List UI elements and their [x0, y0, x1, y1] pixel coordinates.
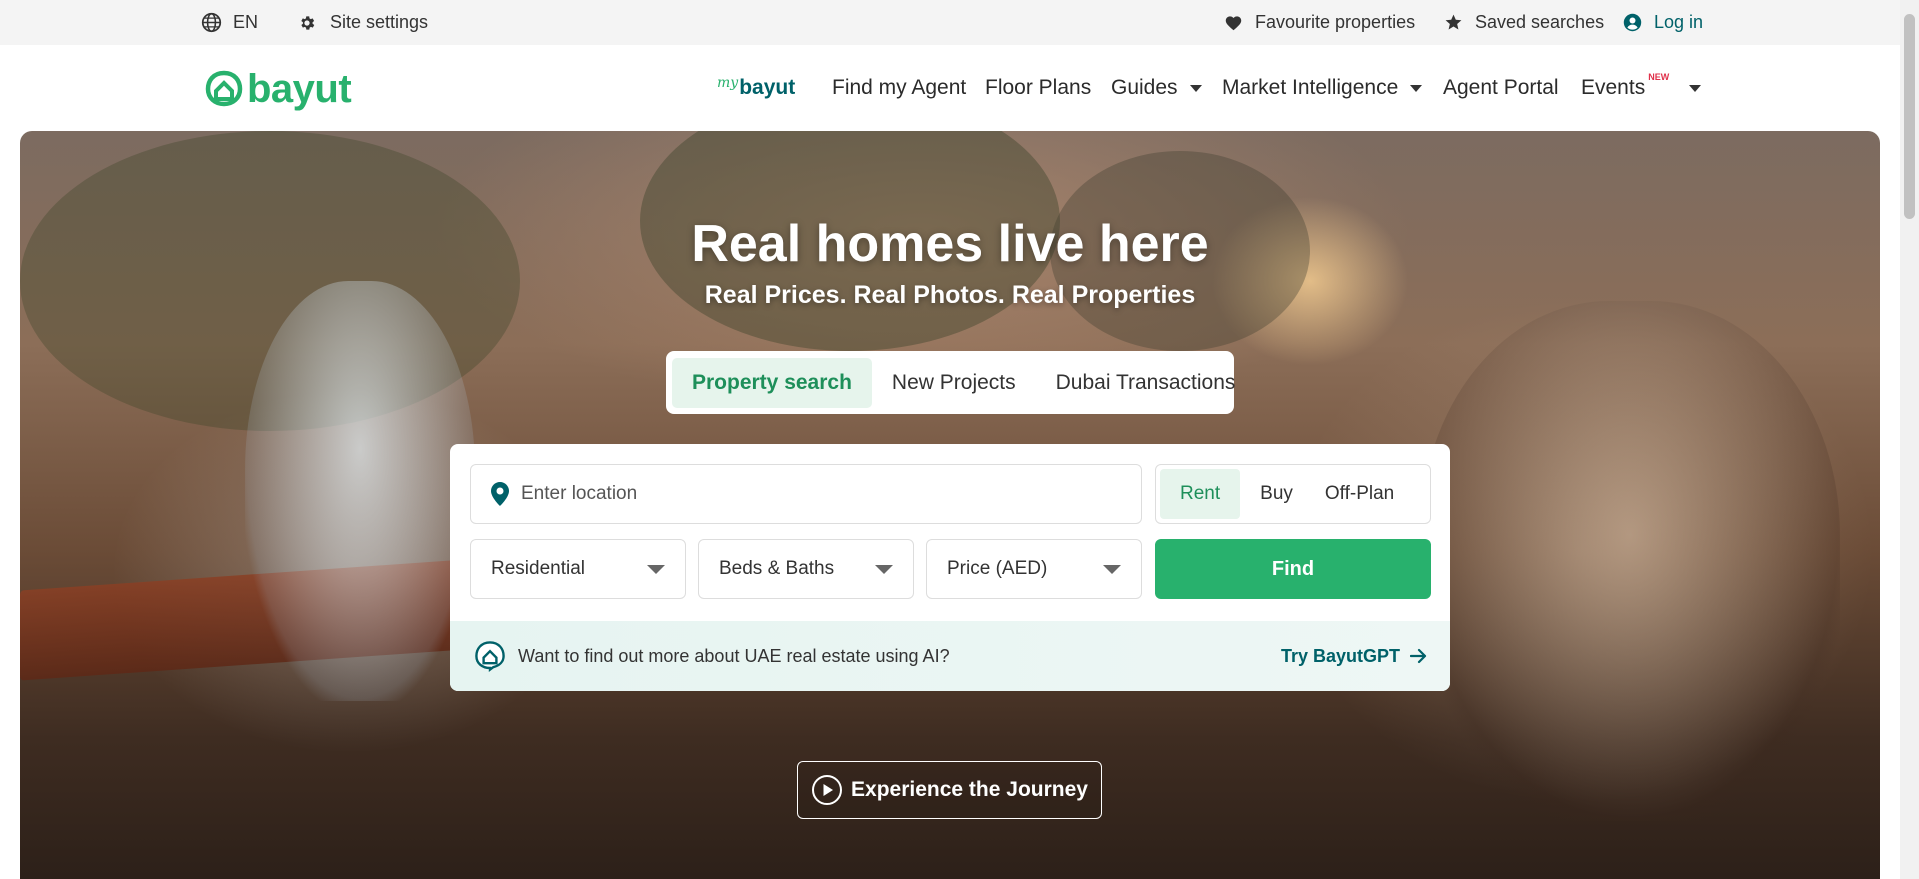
bayut-logo[interactable]: bayut [204, 67, 352, 111]
chevron-down-icon [1410, 84, 1423, 92]
gear-icon [301, 15, 315, 30]
site-settings-button[interactable]: Site settings [298, 0, 428, 45]
main-navigation: bayut mybayut Find my Agent Floor Plans … [0, 45, 1900, 131]
experience-journey-label: Experience the Journey [851, 778, 1088, 801]
site-settings-label: Site settings [330, 12, 429, 32]
favourite-properties-label: Favourite properties [1255, 12, 1416, 32]
arrow-right-icon [1410, 648, 1427, 664]
price-select[interactable]: Price (AED) [926, 539, 1142, 599]
saved-searches-link[interactable]: Saved searches [1444, 0, 1604, 45]
background-family [1420, 301, 1840, 821]
hero-banner: Real homes live here Real Prices. Real P… [20, 131, 1880, 879]
price-value: Price (AED) [947, 558, 1048, 579]
try-bayutgpt-link[interactable]: Try BayutGPT [1281, 621, 1428, 691]
favourite-properties-link[interactable]: Favourite properties [1224, 0, 1415, 45]
property-type-select[interactable]: Residential [470, 539, 686, 599]
tab-property-search[interactable]: Property search [672, 357, 872, 408]
hero-subtitle: Real Prices. Real Photos. Real Propertie… [704, 281, 1196, 309]
bayut-gpt-icon [475, 641, 505, 672]
find-button[interactable]: Find [1155, 539, 1431, 599]
heart-icon [1225, 16, 1242, 31]
purpose-toggle: Rent Buy Off-Plan [1155, 464, 1431, 524]
nav-floor-plans[interactable]: Floor Plans [985, 45, 1091, 131]
nav-events-label: Events [1581, 76, 1646, 99]
play-icon [812, 775, 843, 805]
scrollbar-thumb[interactable] [1904, 14, 1915, 219]
nav-agent-portal[interactable]: Agent Portal [1443, 45, 1559, 131]
nav-market-intelligence-label: Market Intelligence [1222, 76, 1399, 99]
property-type-value: Residential [491, 558, 585, 579]
user-circle-icon [1623, 13, 1642, 32]
saved-searches-label: Saved searches [1475, 12, 1605, 32]
chevron-down-icon [1189, 84, 1202, 92]
ai-prompt-strip: Want to find out more about UAE real est… [450, 621, 1450, 691]
logo-text: bayut [247, 67, 352, 111]
beds-baths-select[interactable]: Beds & Baths [698, 539, 914, 599]
search-tabs: Property search New Projects Dubai Trans… [666, 351, 1235, 414]
purpose-off-plan[interactable]: Off-Plan [1313, 469, 1406, 519]
nav-events[interactable]: Events NEW [1581, 45, 1702, 131]
login-label: Log in [1654, 12, 1704, 32]
location-input[interactable] [521, 483, 1081, 505]
language-selector[interactable]: EN [201, 0, 258, 45]
mybayut-label: bayut [739, 76, 796, 99]
bayut-house-icon [205, 70, 243, 107]
nav-floor-plans-label: Floor Plans [985, 76, 1092, 99]
globe-icon [201, 12, 222, 33]
page-scrollbar[interactable] [1900, 0, 1919, 879]
nav-guides-label: Guides [1111, 76, 1178, 99]
beds-baths-value: Beds & Baths [719, 558, 835, 579]
new-badge: NEW [1648, 72, 1670, 82]
location-pin-icon [491, 482, 509, 506]
language-label: EN [233, 12, 259, 32]
mybayut-prefix: my [717, 75, 739, 91]
background-person [245, 281, 475, 701]
ai-prompt-text: Want to find out more about UAE real est… [518, 645, 950, 666]
hero-title: Real homes live here [691, 215, 1209, 273]
tab-new-projects[interactable]: New Projects [872, 358, 1036, 408]
purpose-buy[interactable]: Buy [1240, 469, 1313, 519]
try-bayutgpt-label: Try BayutGPT [1280, 645, 1400, 666]
chevron-down-icon [875, 564, 893, 574]
experience-journey-button[interactable]: Experience the Journey [797, 761, 1102, 819]
nav-market-intelligence[interactable]: Market Intelligence [1222, 45, 1423, 131]
chevron-down-icon [1103, 564, 1121, 574]
search-panel: Rent Buy Off-Plan Residential Beds & Bat… [450, 444, 1450, 691]
tab-dubai-transactions[interactable]: Dubai Transactions [1036, 358, 1256, 408]
nav-agent-portal-label: Agent Portal [1443, 76, 1559, 99]
nav-guides[interactable]: Guides [1111, 45, 1202, 131]
nav-find-my-agent-label: Find my Agent [832, 76, 967, 99]
utility-bar: EN Site settings Favourite properties Sa… [0, 0, 1900, 45]
purpose-rent[interactable]: Rent [1160, 469, 1241, 519]
nav-find-my-agent[interactable]: Find my Agent [832, 45, 966, 131]
star-icon [1445, 14, 1462, 30]
mybayut-link[interactable]: mybayut [717, 45, 795, 131]
location-field[interactable] [470, 464, 1142, 524]
chevron-down-icon [647, 564, 665, 574]
login-button[interactable]: Log in [1623, 0, 1703, 45]
chevron-down-icon [1689, 84, 1702, 92]
